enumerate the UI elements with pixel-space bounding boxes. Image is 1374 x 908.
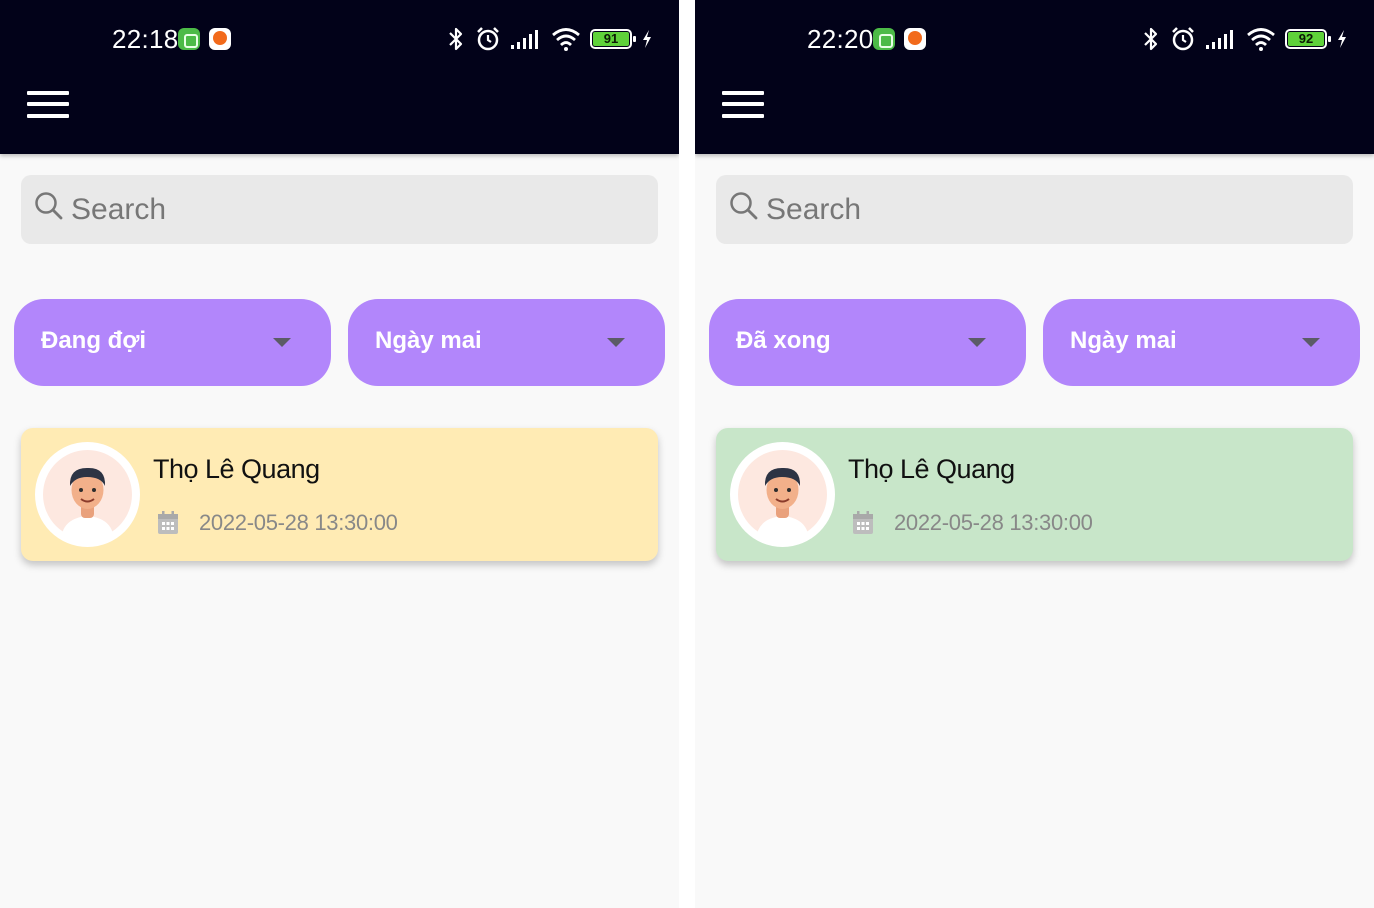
avatar xyxy=(35,442,140,547)
app-bar: 22:18 91 xyxy=(0,0,679,154)
status-icons: 91 xyxy=(446,24,653,54)
search-icon xyxy=(35,192,63,220)
phone-screen-pending: 22:18 91 Đang đợi xyxy=(0,0,679,908)
bluetooth-icon xyxy=(449,27,463,51)
search-icon xyxy=(730,192,758,220)
wifi-icon xyxy=(552,28,580,51)
wifi-icon xyxy=(1247,28,1275,51)
alarm-icon xyxy=(477,27,499,51)
appointment-card[interactable]: Thọ Lê Quang 2022-05-28 13:30:00 xyxy=(21,428,658,561)
android-app-icon xyxy=(178,28,200,50)
charging-icon xyxy=(1338,30,1346,48)
status-filter-label: Đang đợi xyxy=(41,327,147,354)
battery-level: 92 xyxy=(1288,32,1324,46)
dropdown-arrow-icon xyxy=(607,338,625,347)
date-filter-dropdown[interactable]: Ngày mai xyxy=(348,299,665,386)
hamburger-line xyxy=(27,102,69,106)
patient-name: Thọ Lê Quang xyxy=(848,454,1015,484)
notification-app-icon xyxy=(904,28,926,50)
menu-button[interactable] xyxy=(722,89,764,121)
date-filter-label: Ngày mai xyxy=(1070,327,1177,354)
avatar xyxy=(730,442,835,547)
battery-icon: 91 xyxy=(590,29,636,49)
status-filter-dropdown[interactable]: Đang đợi xyxy=(14,299,331,386)
search-input[interactable] xyxy=(71,189,631,231)
search-bar[interactable] xyxy=(21,175,658,244)
signal-icon xyxy=(511,30,538,49)
charging-icon xyxy=(643,30,651,48)
user-avatar-icon xyxy=(43,450,132,539)
user-avatar-icon xyxy=(738,450,827,539)
status-time: 22:18 xyxy=(112,24,179,54)
status-time: 22:20 xyxy=(807,24,874,54)
hamburger-line xyxy=(722,102,764,106)
appointment-card[interactable]: Thọ Lê Quang 2022-05-28 13:30:00 xyxy=(716,428,1353,561)
search-bar[interactable] xyxy=(716,175,1353,244)
calendar-icon xyxy=(853,511,873,534)
signal-icon xyxy=(1206,30,1233,49)
battery-level: 91 xyxy=(593,32,629,46)
dropdown-arrow-icon xyxy=(968,338,986,347)
phone-screen-done: 22:20 92 Đã xong xyxy=(695,0,1374,908)
battery-icon: 92 xyxy=(1285,29,1331,49)
hamburger-line xyxy=(27,114,69,118)
appointment-datetime: 2022-05-28 13:30:00 xyxy=(894,510,1093,535)
search-input[interactable] xyxy=(766,189,1326,231)
hamburger-line xyxy=(722,114,764,118)
app-bar: 22:20 92 xyxy=(695,0,1374,154)
notification-app-icon xyxy=(209,28,231,50)
status-icons: 92 xyxy=(1141,24,1348,54)
dropdown-arrow-icon xyxy=(273,338,291,347)
hamburger-line xyxy=(722,91,764,95)
date-filter-label: Ngày mai xyxy=(375,327,482,354)
appointment-datetime: 2022-05-28 13:30:00 xyxy=(199,510,398,535)
comparison-view: 22:18 91 Đang đợi xyxy=(0,0,1374,908)
hamburger-line xyxy=(27,91,69,95)
alarm-icon xyxy=(1172,27,1194,51)
patient-name: Thọ Lê Quang xyxy=(153,454,320,484)
date-filter-dropdown[interactable]: Ngày mai xyxy=(1043,299,1360,386)
menu-button[interactable] xyxy=(27,89,69,121)
status-filter-label: Đã xong xyxy=(736,327,831,354)
android-app-icon xyxy=(873,28,895,50)
status-filter-dropdown[interactable]: Đã xong xyxy=(709,299,1026,386)
dropdown-arrow-icon xyxy=(1302,338,1320,347)
calendar-icon xyxy=(158,511,178,534)
bluetooth-icon xyxy=(1144,27,1158,51)
